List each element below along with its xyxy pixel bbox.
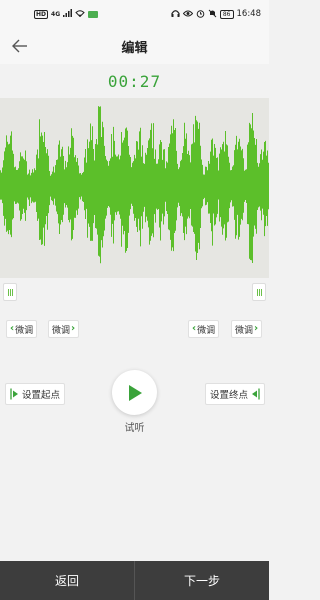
waveform-graphic: [0, 106, 269, 264]
status-left: HD 4G: [34, 9, 99, 19]
set-start-button[interactable]: 设置起点: [5, 383, 66, 405]
start-handle[interactable]: [3, 283, 17, 301]
chevron-right-icon: ›: [254, 323, 259, 334]
chevron-right-icon: ›: [71, 323, 76, 334]
app-notification-icon: [88, 10, 99, 18]
page-title: 编辑: [121, 40, 148, 56]
bottom-action-bar: 返回 下一步: [0, 561, 269, 600]
back-button[interactable]: 返回: [0, 561, 134, 600]
fine-tune-label: 微调: [52, 325, 71, 336]
set-end-label: 设置终点: [210, 390, 249, 401]
preview-label: 试听: [124, 423, 145, 434]
play-icon: [128, 384, 142, 401]
play-button[interactable]: [112, 370, 157, 415]
chevron-left-icon: ‹: [192, 323, 197, 334]
chevron-left-icon: ‹: [10, 323, 15, 334]
signal-label: 4G: [51, 10, 61, 18]
audio-waveform[interactable]: [0, 98, 269, 278]
set-start-icon: [10, 388, 19, 400]
end-fine-tune-right-button[interactable]: 微调 ›: [231, 320, 263, 338]
mute-icon: [208, 9, 217, 20]
playback-timer: 00:27: [107, 71, 162, 91]
wifi-icon: [75, 9, 85, 19]
headphones-icon: [171, 9, 180, 19]
alarm-icon: [196, 9, 205, 20]
end-handle[interactable]: [252, 283, 266, 301]
hd-indicator: HD: [34, 9, 49, 19]
app-header: 编辑: [0, 28, 269, 64]
start-fine-tune-left-button[interactable]: ‹ 微调: [6, 320, 38, 338]
set-end-button[interactable]: 设置终点: [205, 383, 266, 405]
battery-indicator: 86: [219, 9, 234, 19]
set-end-icon: [251, 388, 260, 400]
end-fine-tune-left-button[interactable]: ‹ 微调: [188, 320, 220, 338]
fine-tune-label: 微调: [235, 325, 254, 336]
timer-row: 00:27: [0, 64, 269, 98]
eye-icon: [182, 10, 194, 19]
set-start-label: 设置起点: [22, 390, 61, 401]
status-bar: HD 4G 86 16:48: [0, 0, 269, 28]
fine-tune-label: 微调: [15, 325, 34, 336]
next-step-button[interactable]: 下一步: [135, 561, 269, 600]
fine-tune-label: 微调: [197, 325, 216, 336]
status-right: 86 16:48: [171, 9, 261, 20]
clock: 16:48: [236, 9, 262, 19]
back-arrow-icon[interactable]: [10, 36, 30, 56]
start-fine-tune-right-button[interactable]: 微调 ›: [48, 320, 80, 338]
signal-icon: [63, 9, 73, 19]
